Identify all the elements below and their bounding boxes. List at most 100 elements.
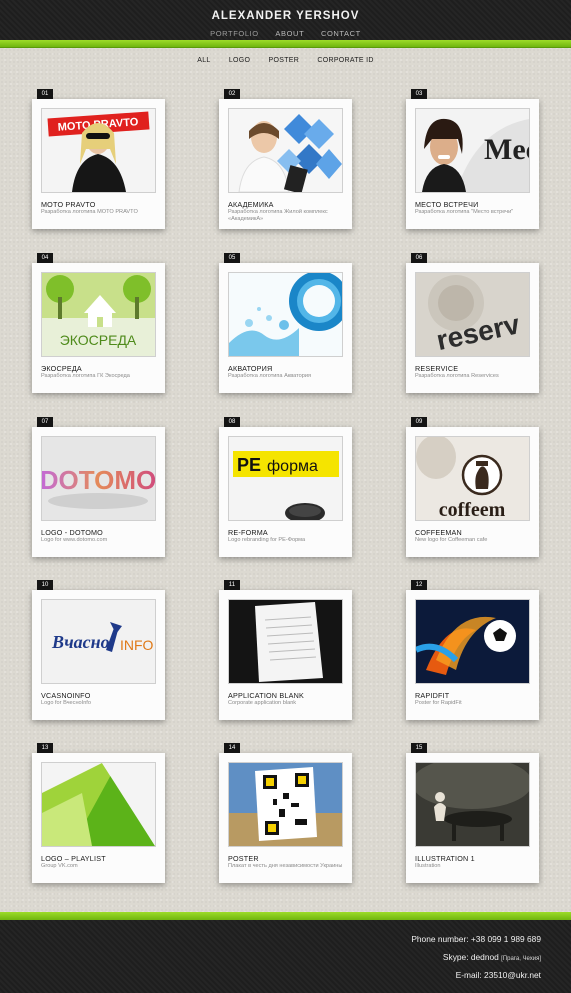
item-description: Logo for ВчесноInfo xyxy=(41,700,91,706)
item-number-badge: 13 xyxy=(37,743,53,753)
portfolio-item-akvatoriya[interactable]: 05 АКВАТОРИЯ Разработка логотипа Акватор… xyxy=(219,253,352,393)
svg-text:Mec: Mec xyxy=(484,133,529,166)
item-thumbnail[interactable]: Mec xyxy=(415,108,530,193)
footer-skype-text: Skype: dednod xyxy=(442,952,499,962)
item-description: Разработка логотипа Reservices xyxy=(415,373,499,379)
item-thumbnail[interactable] xyxy=(228,272,343,357)
main-nav: PORTFOLIO ABOUT CONTACT xyxy=(0,29,571,43)
item-title[interactable]: ЭКОСРЕДА xyxy=(41,364,161,373)
svg-text:РЕ: РЕ xyxy=(237,455,261,475)
item-number-badge: 12 xyxy=(411,580,427,590)
filter-poster[interactable]: POSTER xyxy=(269,57,300,64)
portfolio-item-rapidfit[interactable]: 12 RAPIDFIT Poster for RapidFit xyxy=(406,580,539,720)
portfolio-item-dotomo[interactable]: 07 DOTOMO LOGO - DOTOMO Logo for www.dot… xyxy=(32,417,165,557)
site-header: ALEXANDER YERSHOV PORTFOLIO ABOUT CONTAC… xyxy=(0,0,571,43)
item-description: Разработка логотипа Жилой комплекс «Акад… xyxy=(228,209,328,222)
item-description: New logo for Coffeeman cafe xyxy=(415,537,488,543)
portfolio-item-poster[interactable]: 14 POSTER Плакат в честь дня независимос… xyxy=(219,743,352,883)
item-description: Group VK.com xyxy=(41,863,78,869)
item-number-badge: 15 xyxy=(411,743,427,753)
portfolio-item-mesto-vstrechi[interactable]: 03 Mec МЕСТО ВСТРЕЧИ Разработка логотипа… xyxy=(406,89,539,229)
item-title[interactable]: APPLICATION BLANK xyxy=(228,691,348,700)
portfolio-item-reservice[interactable]: 06 reserv RESERVICE Разработка логотипа … xyxy=(406,253,539,393)
svg-text:Вчасно: Вчасно xyxy=(51,632,110,652)
svg-text:INFO: INFO xyxy=(120,637,154,653)
svg-text:форма: форма xyxy=(267,458,318,475)
nav-about[interactable]: ABOUT xyxy=(275,29,304,38)
item-thumbnail[interactable] xyxy=(228,762,343,847)
item-title[interactable]: COFFEEMAN xyxy=(415,528,535,537)
item-description: Illustration xyxy=(415,863,441,869)
footer-accent-bar xyxy=(0,912,571,920)
item-description: Разработка логотипа MOTO PRAVTO xyxy=(41,209,138,215)
portfolio-item-coffeeman[interactable]: 09 coffeem COFFEEMAN New logo for Coffee… xyxy=(406,417,539,557)
item-title[interactable]: LOGO - DOTOMO xyxy=(41,528,161,537)
footer-phone: Phone number: +38 099 1 989 689 xyxy=(411,934,541,944)
filter-all[interactable]: ALL xyxy=(197,57,210,64)
svg-text:DOTOMO: DOTOMO xyxy=(42,465,155,495)
item-title[interactable]: POSTER xyxy=(228,854,348,863)
item-number-badge: 03 xyxy=(411,89,427,99)
item-number-badge: 10 xyxy=(37,580,53,590)
item-thumbnail[interactable]: MOTO PRAVTO xyxy=(41,108,156,193)
item-number-badge: 05 xyxy=(224,253,240,263)
item-title[interactable]: АКВАТОРИЯ xyxy=(228,364,348,373)
item-title[interactable]: MOTO PRAVTO xyxy=(41,200,161,209)
item-thumbnail[interactable] xyxy=(415,599,530,684)
item-title[interactable]: АКАДЕМИКА xyxy=(228,200,348,209)
item-title[interactable]: МЕСТО ВСТРЕЧИ xyxy=(415,200,535,209)
item-description: Logo rebranding for РЕ-Форма xyxy=(228,537,306,543)
item-description: Разработка логотипа ГК Экосреда xyxy=(41,373,130,379)
portfolio-item-moto-pravto[interactable]: 01 MOTO PRAVTO MOTO PRAVTO Разработка ло… xyxy=(32,89,165,229)
item-number-badge: 08 xyxy=(224,417,240,427)
portfolio-item-illustration-1[interactable]: 15 ILLUSTRATION 1 Illustration xyxy=(406,743,539,883)
item-description: Плакат в честь дня независимости Украины xyxy=(228,863,343,869)
item-number-badge: 11 xyxy=(224,580,240,590)
item-number-badge: 01 xyxy=(37,89,53,99)
footer-skype-location: [Прага, Чехия] xyxy=(501,956,541,962)
portfolio-item-application-blank[interactable]: 11 APPLICATION BLANK Corporate applicati… xyxy=(219,580,352,720)
item-description: Poster for RapidFit xyxy=(415,700,462,706)
item-thumbnail[interactable] xyxy=(228,108,343,193)
item-title[interactable]: RESERVICE xyxy=(415,364,535,373)
site-footer: Phone number: +38 099 1 989 689 Skype: d… xyxy=(0,920,571,993)
footer-skype: Skype: dednod [Прага, Чехия] xyxy=(443,952,541,962)
item-title[interactable]: RAPIDFIT xyxy=(415,691,535,700)
item-thumbnail[interactable] xyxy=(415,762,530,847)
item-thumbnail[interactable] xyxy=(41,762,156,847)
item-thumbnail[interactable]: Вчасно INFO xyxy=(41,599,156,684)
item-title[interactable]: RE-FORMA xyxy=(228,528,348,537)
item-description: Corporate application blank xyxy=(228,700,297,706)
item-number-badge: 14 xyxy=(224,743,240,753)
filter-corporate-id[interactable]: CORPORATE ID xyxy=(317,57,373,64)
item-thumbnail[interactable]: reserv xyxy=(415,272,530,357)
item-thumbnail[interactable]: РЕ форма xyxy=(228,436,343,521)
portfolio-item-akademika[interactable]: 02 АКАДЕМИКА Разработка логотипа Жилой к… xyxy=(219,89,352,229)
portfolio-item-re-forma[interactable]: 08 РЕ форма RE-FORMA Logo rebranding for… xyxy=(219,417,352,557)
filter-logo[interactable]: LOGO xyxy=(229,57,250,64)
header-accent-bar xyxy=(0,40,571,48)
item-number-badge: 09 xyxy=(411,417,427,427)
item-number-badge: 04 xyxy=(37,253,53,263)
item-description: Разработка логотипа Акватория xyxy=(228,373,312,379)
item-title[interactable]: VCASNOINFO xyxy=(41,691,161,700)
item-title[interactable]: ILLUSTRATION 1 xyxy=(415,854,535,863)
item-thumbnail[interactable] xyxy=(228,599,343,684)
filter-nav: ALL LOGO POSTER CORPORATE ID xyxy=(0,57,571,64)
item-number-badge: 07 xyxy=(37,417,53,427)
portfolio-item-playlist[interactable]: 13 LOGO – PLAYLIST Group VK.com xyxy=(32,743,165,883)
item-number-badge: 02 xyxy=(224,89,240,99)
portfolio-item-vcasnoinfo[interactable]: 10 Вчасно INFO VCASNOINFO Logo for Вчесн… xyxy=(32,580,165,720)
item-thumbnail[interactable]: coffeem xyxy=(415,436,530,521)
item-thumbnail[interactable]: DOTOMO xyxy=(41,436,156,521)
site-title[interactable]: ALEXANDER YERSHOV xyxy=(0,10,571,22)
footer-email[interactable]: E-mail: 23510@ukr.net xyxy=(456,970,541,980)
item-title[interactable]: LOGO – PLAYLIST xyxy=(41,854,161,863)
portfolio-item-ekosreda[interactable]: 04 ЭКОСРЕДА ЭКОСРЕДА Разработка логотипа… xyxy=(32,253,165,393)
item-number-badge: 06 xyxy=(411,253,427,263)
item-description: Logo for www.dotomo.com xyxy=(41,537,108,543)
svg-text:coffeem: coffeem xyxy=(439,499,506,520)
item-thumbnail[interactable]: ЭКОСРЕДА xyxy=(41,272,156,357)
nav-portfolio[interactable]: PORTFOLIO xyxy=(210,29,259,43)
nav-contact[interactable]: CONTACT xyxy=(321,29,361,38)
